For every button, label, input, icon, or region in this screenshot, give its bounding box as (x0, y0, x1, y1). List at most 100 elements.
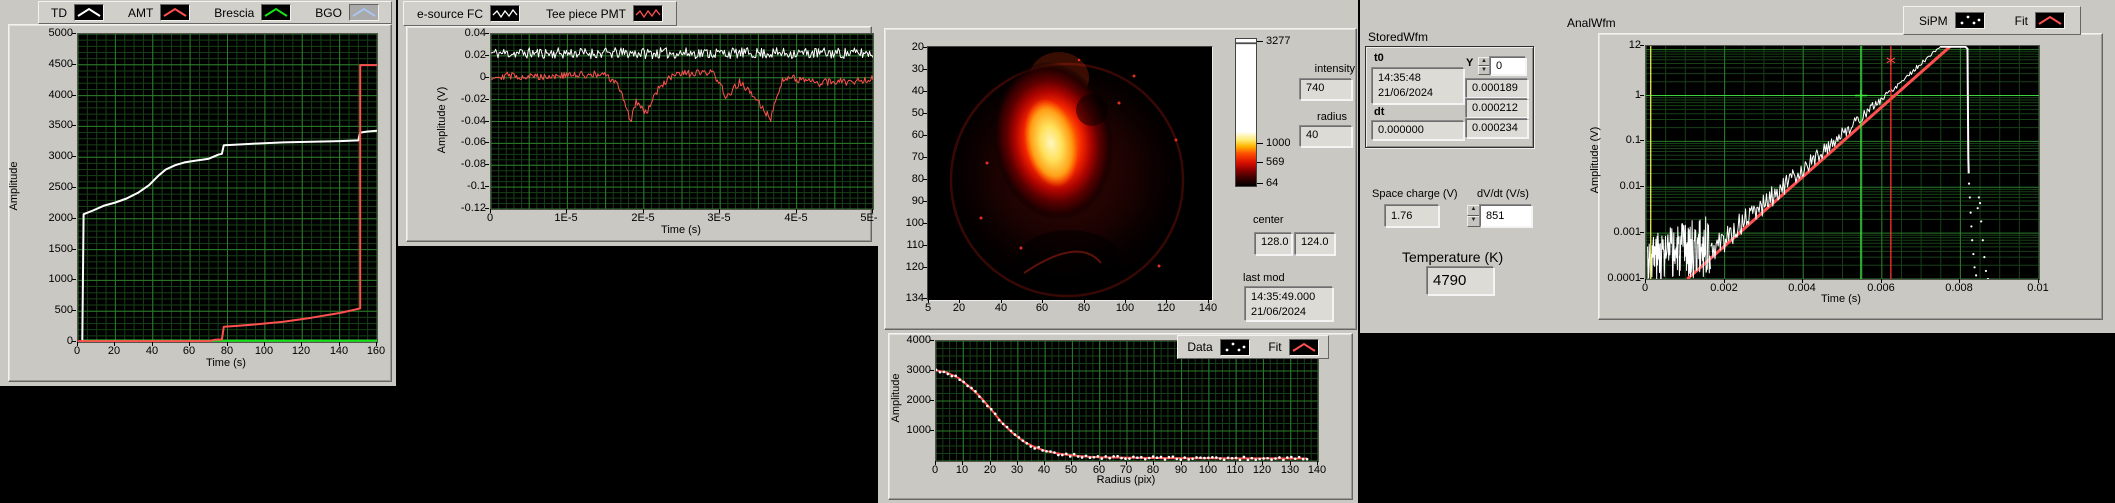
tick-mark (1645, 279, 1646, 283)
legend-swatch-caret-icon[interactable] (1288, 338, 1319, 356)
tick-label: 0.01 (2027, 282, 2049, 294)
tick-mark (872, 209, 873, 213)
tick-mark (930, 340, 934, 341)
tick-mark (376, 342, 377, 346)
legend-label: AMT (127, 5, 154, 20)
tick-label: 60 (911, 129, 924, 141)
tick-mark (1208, 461, 1209, 465)
td-strip-chart: 0 20 40 60 80 100 120 140 160 0 500 1000 1500 2000 250… (8, 24, 392, 382)
legend-swatch-caret-icon[interactable] (160, 4, 191, 21)
radial-x-axis-label: Radius (pix) (1096, 474, 1156, 486)
anal-chart-plot[interactable]: * (1645, 43, 2040, 281)
legend-label: Brescia (214, 5, 255, 20)
tick-mark (72, 341, 76, 342)
tick-mark (1017, 461, 1018, 465)
td-legend: TD AMT Brescia BGO (38, 1, 392, 24)
legend-swatch-zigzag-icon[interactable] (490, 5, 520, 22)
space-charge-value: 1.76 (1385, 205, 1439, 227)
tick-mark (72, 33, 76, 34)
tick-label: 140 (1307, 464, 1327, 476)
tick-label: 4000 (48, 89, 73, 101)
tick-mark (923, 113, 927, 114)
esource-chart-plot[interactable] (490, 33, 874, 210)
tick-mark (923, 135, 927, 136)
tick-mark (1640, 140, 1644, 141)
tick-mark (72, 249, 76, 250)
tick-label: 0.002 (1710, 282, 1738, 294)
tick-mark (1166, 299, 1167, 303)
tick-mark (1125, 299, 1126, 303)
tick-label: 50 (911, 107, 924, 119)
legend-swatch-caret-icon[interactable] (2034, 12, 2065, 29)
y-index-spinner[interactable]: ▲ ▼ (1478, 57, 1490, 75)
tick-mark (928, 299, 929, 303)
legend-item-e-source-fc[interactable]: e-source FC (417, 5, 520, 22)
legend-item-sipm[interactable]: SiPM (1919, 12, 1985, 29)
dvdt-value[interactable]: 851 (1480, 205, 1532, 227)
tick-mark (1640, 95, 1644, 96)
legend-swatch-dots-icon[interactable] (1954, 12, 1985, 29)
tick-label: 1E-5 (554, 212, 578, 224)
tick-label: 500 (54, 304, 73, 316)
temperature-label: Temperature (K) (1402, 249, 1504, 265)
tick-label: 160 (366, 345, 386, 357)
dvdt-spinner[interactable]: ▲ ▼ (1467, 205, 1480, 227)
tick-mark (72, 156, 76, 157)
svg-text:*: * (1886, 52, 1896, 76)
legend-item-bgo[interactable]: BGO (315, 4, 379, 21)
tick-mark (990, 461, 991, 465)
legend-swatch-zigzag-icon[interactable] (633, 5, 663, 22)
anal-legend: SiPM Fit (1903, 6, 2081, 35)
wfm-value-2: 0.000234 (1466, 119, 1528, 138)
legend-item-td[interactable]: TD (51, 4, 104, 21)
tick-mark (72, 95, 76, 96)
tick-mark (1290, 461, 1291, 465)
tick-mark (72, 218, 76, 219)
legend-label: BGO (315, 5, 342, 20)
labview-front-panel: { "image_panel": { "colorbar": { "ticks"… (0, 0, 2115, 503)
tick-mark (1640, 45, 1644, 46)
tick-mark (485, 99, 489, 100)
tick-label: 2E-5 (631, 212, 655, 224)
dvdt-up-arrow[interactable]: ▲ (1467, 205, 1480, 216)
tick-mark (485, 142, 489, 143)
legend-swatch-caret-icon[interactable] (348, 4, 379, 21)
legend-swatch-dots-icon[interactable] (1219, 338, 1250, 356)
tick-label: 0.01 (1619, 180, 1641, 192)
y-index-up-arrow[interactable]: ▲ (1478, 57, 1490, 66)
tick-mark (923, 91, 927, 92)
tick-mark (935, 461, 936, 465)
tick-mark (1126, 461, 1127, 465)
td-chart-plot[interactable] (77, 33, 378, 343)
center-x-value: 128.0 (1255, 233, 1292, 255)
tick-mark (1640, 232, 1644, 233)
legend-swatch-caret-icon[interactable] (261, 4, 292, 21)
tick-mark (339, 342, 340, 346)
tick-mark (923, 47, 927, 48)
tick-mark (485, 186, 489, 187)
tick-mark (1640, 278, 1644, 279)
t0-date: 21/06/2024 (1378, 87, 1434, 99)
legend-item-fit[interactable]: Fit (2015, 12, 2065, 29)
td-chart-canvas (77, 33, 378, 343)
legend-item-fit[interactable]: Fit (1268, 338, 1319, 356)
dvdt-down-arrow[interactable]: ▼ (1467, 216, 1480, 227)
legend-label: SiPM (1918, 13, 1948, 28)
legend-label: TD (50, 5, 67, 20)
y-index-value[interactable]: 0 (1490, 57, 1526, 75)
last-mod-date: 21/06/2024 (1251, 306, 1307, 318)
tick-mark (930, 430, 934, 431)
space-charge-label: Space charge (V) (1372, 188, 1458, 200)
tick-label: 0.0001 (1607, 272, 1641, 284)
y-index-down-arrow[interactable]: ▼ (1478, 66, 1490, 75)
legend-item-amt[interactable]: AMT (127, 4, 191, 21)
legend-item-data[interactable]: Data (1187, 338, 1250, 356)
esource-chart: 0 1E-5 2E-5 3E-5 4E-5 5E-5 0.04 0.02 0 -0.02 -0.04… (406, 26, 884, 242)
legend-swatch-caret-icon[interactable] (73, 4, 104, 21)
tick-label: 1000 (48, 273, 73, 285)
dvdt-label: dV/dt (V/s) (1477, 188, 1529, 200)
legend-item-brescia[interactable]: Brescia (214, 4, 292, 21)
legend-item-tee-piece-pmt[interactable]: Tee piece PMT (546, 5, 663, 22)
tick-mark (923, 298, 927, 299)
tick-mark (959, 299, 960, 303)
